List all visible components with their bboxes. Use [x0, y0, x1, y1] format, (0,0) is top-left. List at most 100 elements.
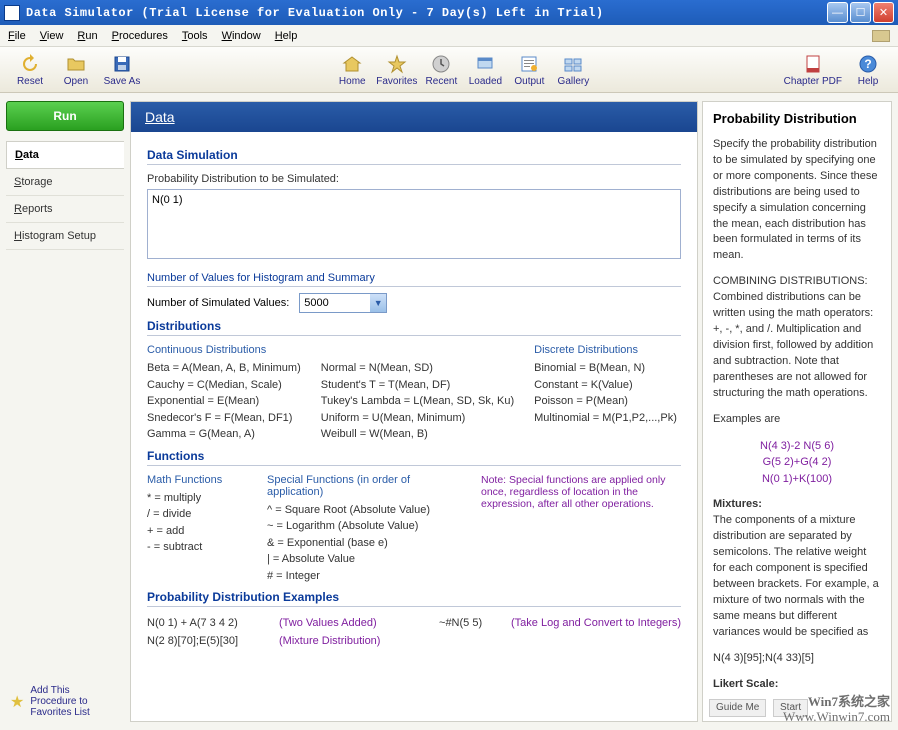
section-functions: Functions: [147, 449, 681, 466]
sf-log: ~ = Logarithm (Absolute Value): [267, 518, 461, 535]
section-simulation: Data Simulation: [147, 148, 681, 165]
num-simulated-combo[interactable]: ▼: [299, 293, 387, 313]
menu-run[interactable]: Run: [77, 30, 97, 42]
panel-title: Data: [131, 102, 697, 132]
home-icon: [341, 53, 363, 75]
open-button[interactable]: Open: [56, 50, 96, 90]
home-button[interactable]: Home: [332, 50, 372, 90]
recent-button[interactable]: Recent: [421, 50, 461, 90]
output-icon: [518, 53, 540, 75]
help-button[interactable]: ? Help: [848, 50, 888, 90]
menu-tools[interactable]: Tools: [182, 30, 208, 42]
output-button[interactable]: Output: [509, 50, 549, 90]
home-label: Home: [339, 76, 366, 87]
mf-multiply: * = multiply: [147, 490, 247, 507]
dist-beta: Beta = A(Mean, A, B, Minimum): [147, 360, 301, 377]
minimize-button[interactable]: —: [827, 2, 848, 23]
star-icon: [386, 53, 408, 75]
reset-button[interactable]: Reset: [10, 50, 50, 90]
spacer-head: [321, 344, 514, 356]
loaded-label: Loaded: [469, 76, 502, 87]
close-button[interactable]: ✕: [873, 2, 894, 23]
gallery-label: Gallery: [558, 76, 590, 87]
loaded-button[interactable]: Loaded: [465, 50, 505, 90]
distribution-input[interactable]: [147, 189, 681, 259]
menu-help[interactable]: Help: [275, 30, 298, 42]
help-likert-head: Likert Scale:: [713, 678, 778, 690]
menu-file[interactable]: File: [8, 30, 26, 42]
section-distributions: Distributions: [147, 319, 681, 336]
help-icon: ?: [857, 53, 879, 75]
tab-data[interactable]: Data: [6, 141, 124, 169]
dist-student-t: Student's T = T(Mean, DF): [321, 377, 514, 394]
folder-open-icon: [65, 53, 87, 75]
tab-storage[interactable]: Storage: [6, 169, 124, 196]
run-button[interactable]: Run: [6, 101, 124, 131]
menubar: File View Run Procedures Tools Window He…: [0, 25, 898, 47]
favorites-button[interactable]: Favorites: [376, 50, 417, 90]
start-button[interactable]: Start: [773, 699, 808, 718]
help-p3: The components of a mixture distribution…: [713, 514, 879, 638]
save-icon: [111, 53, 133, 75]
ex2-formula: N(2 8)[70];E(5)[30]: [147, 633, 267, 651]
clock-icon: [430, 53, 452, 75]
menu-view[interactable]: View: [40, 30, 64, 42]
add-to-favorites[interactable]: ★ Add This Procedure to Favorites List: [6, 681, 124, 722]
help-ex3: N(0 1)+K(100): [713, 471, 881, 488]
dist-gamma: Gamma = G(Mean, A): [147, 426, 301, 443]
add-to-favorites-label: Add This Procedure to Favorites List: [30, 685, 89, 718]
help-examples-label: Examples are: [713, 412, 881, 428]
menu-procedures[interactable]: Procedures: [112, 30, 168, 42]
left-sidebar: Run Data Storage Reports Histogram Setup…: [0, 93, 130, 730]
dist-normal: Normal = N(Mean, SD): [321, 360, 514, 377]
tab-histogram-setup[interactable]: Histogram Setup: [6, 223, 124, 250]
reset-icon: [19, 53, 41, 75]
sidebar-tabs: Data Storage Reports Histogram Setup: [6, 141, 124, 250]
head-math-funcs: Math Functions: [147, 474, 247, 486]
titlebar: Data Simulator (Trial License for Evalua…: [0, 0, 898, 25]
functions-note: Note: Special functions are applied only…: [481, 474, 681, 585]
dist-cauchy: Cauchy = C(Median, Scale): [147, 377, 301, 394]
menu-right-icon[interactable]: [872, 30, 890, 42]
help-combining-head: COMBINING DISTRIBUTIONS:: [713, 275, 868, 287]
gallery-icon: [562, 53, 584, 75]
ex1-formula: N(0 1) + A(7 3 4 2): [147, 615, 267, 633]
mf-add: + = add: [147, 523, 247, 540]
chapter-pdf-label: Chapter PDF: [784, 76, 842, 87]
dist-multinomial: Multinomial = M(P1,P2,...,Pk): [534, 410, 681, 427]
dist-uniform: Uniform = U(Mean, Minimum): [321, 410, 514, 427]
loaded-icon: [474, 53, 496, 75]
star-add-icon: ★: [10, 692, 24, 712]
help-title: Probability Distribution: [713, 110, 881, 129]
ex1b-formula: ~#N(5 5): [439, 615, 499, 633]
menu-window[interactable]: Window: [222, 30, 261, 42]
dist-weibull: Weibull = W(Mean, B): [321, 426, 514, 443]
help-ex2: G(5 2)+G(4 2): [713, 454, 881, 471]
num-simulated-input[interactable]: [300, 297, 370, 309]
head-continuous: Continuous Distributions: [147, 344, 301, 356]
ex1b-desc: (Take Log and Convert to Integers): [511, 615, 681, 633]
tab-reports[interactable]: Reports: [6, 196, 124, 223]
center-panel: Data Data Simulation Probability Distrib…: [130, 101, 698, 722]
recent-label: Recent: [426, 76, 458, 87]
section-examples: Probability Distribution Examples: [147, 590, 681, 607]
gallery-button[interactable]: Gallery: [553, 50, 593, 90]
head-special-funcs: Special Functions (in order of applicati…: [267, 474, 461, 498]
ex1-desc: (Two Values Added): [279, 615, 377, 633]
dist-poisson: Poisson = P(Mean): [534, 393, 681, 410]
help-mixtures-head: Mixtures:: [713, 498, 762, 510]
guide-me-button[interactable]: Guide Me: [709, 699, 766, 718]
chapter-pdf-button[interactable]: Chapter PDF: [784, 50, 842, 90]
chevron-down-icon[interactable]: ▼: [370, 294, 386, 312]
output-label: Output: [514, 76, 544, 87]
maximize-button[interactable]: ☐: [850, 2, 871, 23]
help-panel: Probability Distribution Specify the pro…: [702, 101, 892, 722]
help-p2: Combined distributions can be written us…: [713, 291, 873, 399]
dist-snedecor-f: Snedecor's F = F(Mean, DF1): [147, 410, 301, 427]
sf-exp: & = Exponential (base e): [267, 535, 461, 552]
window-title: Data Simulator (Trial License for Evalua…: [26, 6, 825, 20]
panel-body: Data Simulation Probability Distribution…: [131, 132, 697, 721]
sf-int: # = Integer: [267, 568, 461, 585]
save-as-button[interactable]: Save As: [102, 50, 142, 90]
sf-abs: | = Absolute Value: [267, 551, 461, 568]
